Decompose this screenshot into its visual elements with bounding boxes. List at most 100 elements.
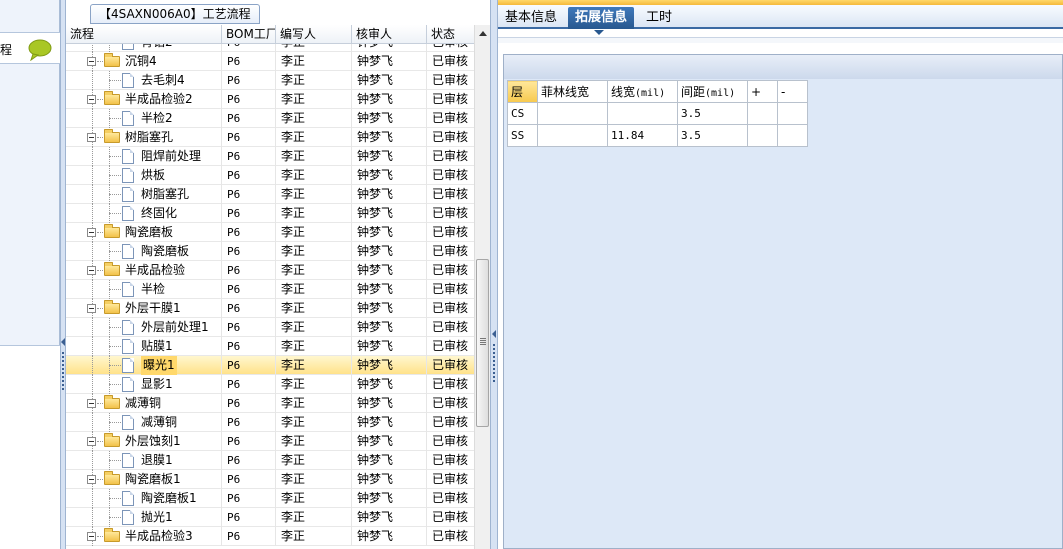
column-header-status[interactable]: 状态 [427,25,474,44]
tree-node[interactable]: 阻焊前处理 [66,147,222,166]
tree-node[interactable]: 抛光1 [66,508,222,527]
fei-lin-width-cell[interactable] [537,102,608,125]
collapse-toggle-icon[interactable] [87,532,96,541]
table-row[interactable]: 半成品检验2 P6 李正 钟梦飞 已审核 [66,90,474,109]
tree-node[interactable]: 陶瓷磨板 [66,242,222,261]
tree-node[interactable]: 外层干膜1 [66,299,222,318]
table-row[interactable]: 沉铜4 P6 李正 钟梦飞 已审核 [66,52,474,71]
tree-node[interactable]: 外层蚀刻1 [66,432,222,451]
column-header-reviewer[interactable]: 核审人 [352,25,427,44]
layer-cell[interactable]: SS [507,124,538,147]
table-row[interactable]: 陶瓷磨板1 P6 李正 钟梦飞 已审核 [66,489,474,508]
tree-node[interactable]: 树脂塞孔 [66,185,222,204]
collapse-toggle-icon[interactable] [87,133,96,142]
chat-bubble-icon[interactable] [28,39,52,61]
tree-node[interactable]: 减薄铜 [66,394,222,413]
table-row[interactable]: 树脂塞孔 P6 李正 钟梦飞 已审核 [66,185,474,204]
column-header-spacing[interactable]: 间距(mil) [677,80,748,103]
table-row[interactable]: 阻焊前处理 P6 李正 钟梦飞 已审核 [66,147,474,166]
table-row[interactable]: 减薄铜 P6 李正 钟梦飞 已审核 [66,394,474,413]
tree-node[interactable]: 沉铜4 [66,52,222,71]
spacing-cell[interactable]: 3.5 [677,124,748,147]
column-header-writer[interactable]: 编写人 [276,25,352,44]
tab-extended-info[interactable]: 拓展信息 [568,7,635,35]
column-header-line-width[interactable]: 线宽(mil) [607,80,678,103]
remove-layer-button[interactable]: - [777,80,808,103]
tree-node[interactable]: 烘板 [66,166,222,185]
table-row[interactable]: 贴膜1 P6 李正 钟梦飞 已审核 [66,337,474,356]
table-row[interactable]: 外层干膜1 P6 李正 钟梦飞 已审核 [66,299,474,318]
tree-node[interactable]: 显影1 [66,375,222,394]
table-row[interactable]: SS 11.84 3.5 [507,124,808,147]
table-row[interactable]: 抛光1 P6 李正 钟梦飞 已审核 [66,508,474,527]
tree-node[interactable]: 退膜1 [66,451,222,470]
table-row[interactable]: 减薄铜 P6 李正 钟梦飞 已审核 [66,413,474,432]
tree-node[interactable]: 半检2 [66,109,222,128]
tree-node[interactable]: 贴膜1 [66,337,222,356]
process-flow-tab[interactable]: 【4SAXN006A0】工艺流程 [90,4,260,24]
collapse-toggle-icon[interactable] [87,437,96,446]
collapse-toggle-icon[interactable] [87,399,96,408]
column-header-layer[interactable]: 层 [507,80,538,103]
collapse-left-arrow-icon[interactable] [61,338,65,346]
table-row[interactable]: 外层蚀刻1 P6 李正 钟梦飞 已审核 [66,432,474,451]
table-row[interactable]: 半检2 P6 李正 钟梦飞 已审核 [66,109,474,128]
table-row[interactable]: 陶瓷磨板 P6 李正 钟梦飞 已审核 [66,223,474,242]
table-row[interactable]: 陶瓷磨板1 P6 李正 钟梦飞 已审核 [66,470,474,489]
tree-node[interactable]: 减薄铜 [66,413,222,432]
tree-node[interactable]: 外层前处理1 [66,318,222,337]
tab-basic-info[interactable]: 基本信息 [498,7,564,29]
collapse-toggle-icon[interactable] [87,304,96,313]
table-row[interactable]: 退膜1 P6 李正 钟梦飞 已审核 [66,451,474,470]
table-row[interactable]: 显影1 P6 李正 钟梦飞 已审核 [66,375,474,394]
table-row[interactable]: 终固化 P6 李正 钟梦飞 已审核 [66,204,474,223]
collapse-toggle-icon[interactable] [87,228,96,237]
collapse-right-arrow-icon[interactable] [492,330,496,338]
collapse-toggle-icon[interactable] [87,475,96,484]
vertical-scrollbar[interactable] [474,25,490,549]
tree-node[interactable]: 曝光1 [66,356,222,375]
column-header-fei-lin-width[interactable]: 菲林线宽 [537,80,608,103]
table-row[interactable]: 去毛刺4 P6 李正 钟梦飞 已审核 [66,71,474,90]
table-row[interactable]: 陶瓷磨板 P6 李正 钟梦飞 已审核 [66,242,474,261]
column-header-process[interactable]: 流程 [66,25,222,44]
plus-cell[interactable] [747,124,778,147]
line-width-cell[interactable]: 11.84 [607,124,678,147]
collapse-toggle-icon[interactable] [87,266,96,275]
scroll-up-arrow-icon[interactable] [479,31,487,36]
column-header-bom[interactable]: BOM工厂 [222,25,276,44]
minus-cell[interactable] [777,124,808,147]
scrollbar-thumb[interactable] [476,259,489,427]
plus-cell[interactable] [747,102,778,125]
table-row[interactable]: 半检 P6 李正 钟梦飞 已审核 [66,280,474,299]
line-width-cell[interactable] [607,102,678,125]
tree-node[interactable]: 半成品检验 [66,261,222,280]
right-splitter[interactable] [490,0,498,549]
table-row[interactable]: 烘板 P6 李正 钟梦飞 已审核 [66,166,474,185]
tree-node[interactable]: 陶瓷磨板1 [66,470,222,489]
tab-work-hours[interactable]: 工时 [639,7,679,29]
spacing-cell[interactable]: 3.5 [677,102,748,125]
tree-node[interactable]: 去毛刺4 [66,71,222,90]
table-row[interactable]: 外层前处理1 P6 李正 钟梦飞 已审核 [66,318,474,337]
table-row[interactable]: 曝光1 P6 李正 钟梦飞 已审核 [66,356,474,375]
minus-cell[interactable] [777,102,808,125]
collapse-toggle-icon[interactable] [87,57,96,66]
layer-cell[interactable]: CS [507,102,538,125]
tree-node[interactable]: 终固化 [66,204,222,223]
table-row[interactable]: 半成品检验 P6 李正 钟梦飞 已审核 [66,261,474,280]
add-layer-button[interactable]: + [747,80,778,103]
tree-node[interactable]: 半成品检验3 [66,527,222,546]
tree-node[interactable]: 树脂塞孔 [66,128,222,147]
tree-node[interactable]: 陶瓷磨板1 [66,489,222,508]
tree-node[interactable]: 背钻2 [66,44,222,52]
tree-node[interactable]: 半检 [66,280,222,299]
tree-node[interactable]: 半成品检验2 [66,90,222,109]
table-row[interactable]: 树脂塞孔 P6 李正 钟梦飞 已审核 [66,128,474,147]
collapse-toggle-icon[interactable] [87,95,96,104]
table-row[interactable]: CS 3.5 [507,102,808,125]
table-row[interactable]: 背钻2 P6李正钟梦飞已审核 [66,44,474,52]
tree-node[interactable]: 陶瓷磨板 [66,223,222,242]
fei-lin-width-cell[interactable] [537,124,608,147]
table-row[interactable]: 半成品检验3 P6 李正 钟梦飞 已审核 [66,527,474,546]
